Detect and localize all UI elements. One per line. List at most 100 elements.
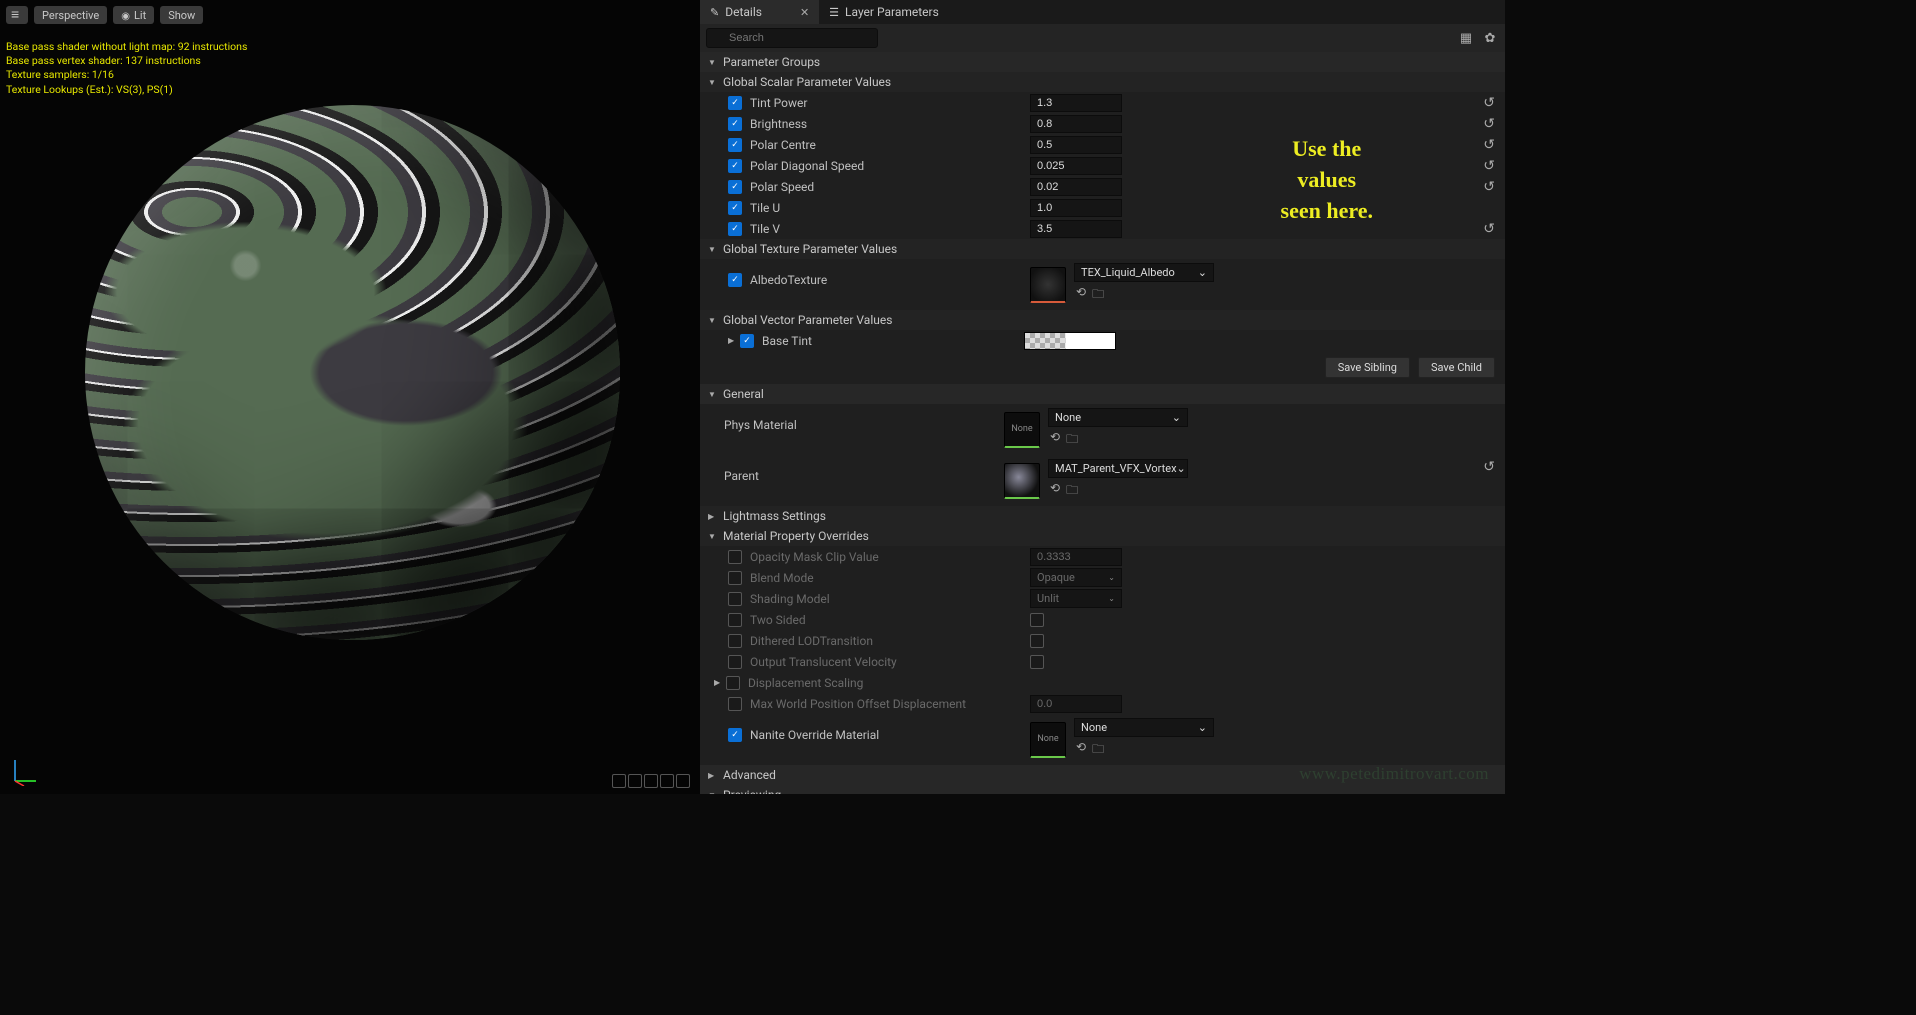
input-tile-v[interactable] (1030, 220, 1122, 238)
tab-layer-label: Layer Parameters (845, 5, 939, 19)
browse-icon[interactable]: ⟲ (1076, 285, 1086, 306)
checkbox-polar-centre[interactable] (728, 138, 742, 152)
reset-polar-speed[interactable] (1481, 179, 1497, 195)
reset-polar-centre[interactable] (1481, 137, 1497, 153)
section-previewing[interactable]: Previewing (700, 785, 1505, 794)
folder-icon[interactable]: 🗀 (1092, 740, 1104, 761)
hamburger-icon (11, 9, 23, 22)
dropdown-shading: Unlit⌄ (1030, 589, 1122, 608)
param-phys-material: Phys Material None None⌄ ⟲🗀 (700, 404, 1505, 455)
checkbox-otv-toggle[interactable] (728, 655, 742, 669)
checkbox-disp-toggle[interactable] (726, 676, 740, 690)
reset-tint-power[interactable] (1481, 95, 1497, 111)
preview-sphere[interactable] (85, 105, 620, 640)
checkbox-polar-speed[interactable] (728, 180, 742, 194)
browse-icon[interactable]: ⟲ (1050, 481, 1060, 502)
checkbox-albedo[interactable] (728, 273, 742, 287)
reset-brightness[interactable] (1481, 116, 1497, 132)
input-tint-power[interactable] (1030, 94, 1122, 112)
checkbox-polar-diag[interactable] (728, 159, 742, 173)
parent-dropdown[interactable]: MAT_Parent_VFX_Vortex⌄ (1048, 459, 1188, 478)
otv-checkbox (1030, 655, 1044, 669)
phys-thumbnail[interactable]: None (1004, 412, 1040, 448)
two-sided-checkbox (1030, 613, 1044, 627)
shader-stats: Base pass shader without light map: 92 i… (6, 40, 247, 97)
checkbox-two-sided-toggle[interactable] (728, 613, 742, 627)
save-child-button[interactable]: Save Child (1418, 357, 1495, 378)
grid-view-button[interactable]: ▦ (1457, 29, 1475, 47)
perspective-button[interactable]: Perspective (34, 6, 107, 24)
dithered-checkbox (1030, 634, 1044, 648)
tab-details-label: Details (725, 5, 762, 19)
nanite-dropdown[interactable]: None⌄ (1074, 718, 1214, 737)
param-blend-mode: Blend Mode Opaque⌄ (700, 567, 1505, 588)
phys-dropdown[interactable]: None⌄ (1048, 408, 1188, 427)
section-material-overrides[interactable]: Material Property Overrides (700, 526, 1505, 546)
section-general[interactable]: General (700, 384, 1505, 404)
albedo-asset-dropdown[interactable]: TEX_Liquid_Albedo⌄ (1074, 263, 1214, 282)
param-displacement-scaling: Displacement Scaling (700, 672, 1505, 693)
section-parameter-groups[interactable]: Parameter Groups (700, 52, 1505, 72)
checkbox-brightness[interactable] (728, 117, 742, 131)
globe-icon (121, 9, 130, 22)
search-input[interactable] (706, 28, 878, 48)
checkbox-shading[interactable] (728, 592, 742, 606)
nanite-thumbnail[interactable]: None (1030, 722, 1066, 758)
reset-polar-diag[interactable] (1481, 158, 1497, 174)
param-albedo-texture: AlbedoTexture TEX_Liquid_Albedo⌄ ⟲🗀 (700, 259, 1505, 310)
folder-icon[interactable]: 🗀 (1066, 481, 1078, 502)
input-tile-u[interactable] (1030, 199, 1122, 217)
checkbox-opacity[interactable] (728, 550, 742, 564)
param-tile-u: Tile U (700, 197, 1505, 218)
tab-details[interactable]: ✎ Details ✕ (700, 0, 819, 24)
input-polar-speed[interactable] (1030, 178, 1122, 196)
checkbox-tile-u[interactable] (728, 201, 742, 215)
checkbox-tile-v[interactable] (728, 222, 742, 236)
reset-tile-v[interactable] (1481, 221, 1497, 237)
param-polar-speed: Polar Speed (700, 176, 1505, 197)
checkbox-tint-power[interactable] (728, 96, 742, 110)
axis-gizmo (10, 756, 40, 786)
tab-layer-parameters[interactable]: ☰ Layer Parameters (819, 0, 949, 24)
parent-thumbnail[interactable] (1004, 463, 1040, 499)
browse-icon[interactable]: ⟲ (1076, 740, 1086, 761)
lit-button[interactable]: Lit (113, 6, 154, 24)
lit-label: Lit (134, 9, 146, 22)
section-lightmass[interactable]: Lightmass Settings (700, 506, 1505, 526)
browse-icon[interactable]: ⟲ (1050, 430, 1060, 451)
section-global-scalar[interactable]: Global Scalar Parameter Values (700, 72, 1505, 92)
reset-parent[interactable] (1481, 459, 1497, 475)
pencil-icon: ✎ (710, 6, 719, 19)
folder-icon[interactable]: 🗀 (1066, 430, 1078, 451)
material-viewport[interactable]: Perspective Lit Show Base pass shader wi… (0, 0, 700, 794)
checkbox-blend[interactable] (728, 571, 742, 585)
dropdown-blend: Opaque⌄ (1030, 568, 1122, 587)
albedo-thumbnail[interactable] (1030, 267, 1066, 303)
checkbox-nanite[interactable] (728, 728, 742, 742)
expand-displacement[interactable] (714, 678, 724, 687)
show-button[interactable]: Show (160, 6, 203, 24)
input-opacity (1030, 548, 1122, 566)
param-dithered-lod: Dithered LODTransition (700, 630, 1505, 651)
viewport-menu-button[interactable] (6, 6, 28, 24)
save-sibling-button[interactable]: Save Sibling (1325, 357, 1410, 378)
folder-icon[interactable]: 🗀 (1092, 285, 1104, 306)
section-global-vector[interactable]: Global Vector Parameter Values (700, 310, 1505, 330)
settings-button[interactable]: ✿ (1481, 29, 1499, 47)
param-two-sided: Two Sided (700, 609, 1505, 630)
input-polar-centre[interactable] (1030, 136, 1122, 154)
checkbox-mwpo-toggle[interactable] (728, 697, 742, 711)
input-polar-diag[interactable] (1030, 157, 1122, 175)
color-swatch-base-tint[interactable] (1024, 332, 1116, 350)
param-polar-centre: Polar Centre (700, 134, 1505, 155)
checkbox-base-tint[interactable] (740, 334, 754, 348)
section-global-texture[interactable]: Global Texture Parameter Values (700, 239, 1505, 259)
checkbox-dithered-toggle[interactable] (728, 634, 742, 648)
param-brightness: Brightness (700, 113, 1505, 134)
input-mwpo (1030, 695, 1122, 713)
close-icon[interactable]: ✕ (800, 6, 809, 19)
input-brightness[interactable] (1030, 115, 1122, 133)
param-max-world-offset: Max World Position Offset Displacement (700, 693, 1505, 714)
expand-base-tint[interactable] (728, 336, 738, 345)
viewport-shape-buttons[interactable] (612, 774, 690, 788)
